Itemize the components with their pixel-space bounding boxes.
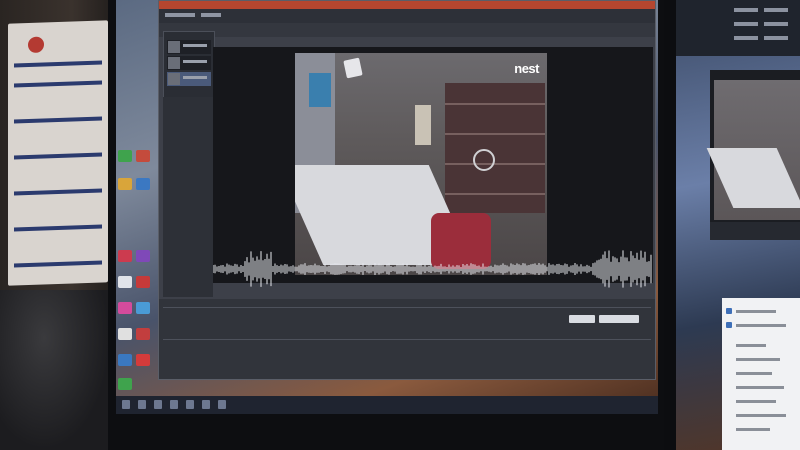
- dialog-line: [736, 310, 776, 313]
- taskbar-icon[interactable]: [170, 400, 178, 409]
- window-title-bar[interactable]: [159, 1, 655, 9]
- dialog-line: [736, 428, 770, 431]
- taskbar-icon[interactable]: [202, 400, 210, 409]
- frame-shelving: [445, 83, 545, 213]
- dialog-line: [736, 324, 786, 327]
- desktop-icon[interactable]: [118, 276, 132, 288]
- desktop-icon[interactable]: [118, 354, 132, 366]
- panel-button[interactable]: [599, 315, 639, 323]
- lower-panel: [159, 299, 655, 379]
- video-editor-window: nest: [158, 0, 656, 380]
- clip-label: [183, 76, 207, 79]
- clip-list-item[interactable]: [167, 40, 211, 54]
- calendar-stripe: [14, 224, 102, 232]
- shelf-row: [445, 103, 545, 105]
- player-controls[interactable]: [710, 222, 800, 240]
- dialog-line: [736, 372, 772, 375]
- toolbar-item[interactable]: [764, 22, 788, 26]
- clip-thumbnail-icon: [168, 73, 180, 85]
- desktop-icon[interactable]: [136, 276, 150, 288]
- calendar-stripe: [14, 152, 102, 160]
- desktop-icon[interactable]: [136, 302, 150, 314]
- taskbar-icon[interactable]: [138, 400, 146, 409]
- media-player-window: [706, 70, 800, 240]
- toolbar-item[interactable]: [764, 36, 788, 40]
- toolbar-item[interactable]: [734, 8, 758, 12]
- dialog-icon: [726, 308, 732, 314]
- desktop-icon[interactable]: [118, 178, 132, 190]
- desktop-icon[interactable]: [136, 250, 150, 262]
- calendar-stripe: [14, 116, 102, 124]
- panel-button[interactable]: [569, 315, 595, 323]
- desktop-icon[interactable]: [118, 150, 132, 162]
- desktop-icon[interactable]: [118, 328, 132, 340]
- properties-dialog: [722, 298, 800, 450]
- taskbar-icon[interactable]: [218, 400, 226, 409]
- dialog-line: [736, 414, 786, 417]
- calendar-stripe: [14, 260, 102, 268]
- frame-doorway: [415, 105, 431, 145]
- clip-thumbnail-icon: [168, 41, 180, 53]
- frame-fan: [473, 149, 495, 171]
- panel-divider: [163, 307, 651, 308]
- shelf-row: [445, 193, 545, 195]
- clip-label: [183, 44, 207, 47]
- clip-thumbnail-icon: [168, 57, 180, 69]
- desktop-icon[interactable]: [136, 354, 150, 366]
- shelf-row: [445, 163, 545, 165]
- audio-waveform[interactable]: [213, 247, 653, 291]
- start-icon[interactable]: [122, 400, 130, 409]
- panel-divider: [163, 339, 651, 340]
- nest-logo: nest: [514, 61, 539, 76]
- toolbar-item[interactable]: [734, 22, 758, 26]
- menu-item[interactable]: [201, 13, 221, 17]
- clip-list-item-selected[interactable]: [167, 72, 211, 86]
- office-chair: [0, 290, 110, 450]
- dialog-line: [736, 344, 766, 347]
- dialog-line: [736, 386, 784, 389]
- calendar-stripe: [14, 60, 102, 68]
- toolbar-item[interactable]: [734, 36, 758, 40]
- taskbar: [116, 396, 658, 414]
- calendar-logo-icon: [28, 36, 44, 54]
- calendar-stripe: [14, 80, 102, 88]
- desktop-icon-column: [118, 150, 158, 400]
- frame-poster: [309, 73, 331, 107]
- menu-bar: [159, 9, 655, 23]
- right-monitor-toolbar: [676, 0, 800, 56]
- clip-list-panel: [163, 31, 215, 99]
- dialog-line: [736, 358, 780, 361]
- clip-label: [183, 60, 207, 63]
- properties-panel: [163, 97, 213, 297]
- frame-ceiling-light: [343, 57, 363, 79]
- desktop-icon[interactable]: [136, 178, 150, 190]
- dialog-line: [736, 400, 776, 403]
- dialog-icon: [726, 322, 732, 328]
- calendar-stripe: [14, 188, 102, 196]
- wall-calendar: [8, 20, 108, 286]
- camera-frame: nest: [295, 53, 547, 275]
- desktop-icon[interactable]: [118, 378, 132, 390]
- menu-item[interactable]: [165, 13, 195, 17]
- taskbar-icon[interactable]: [154, 400, 162, 409]
- taskbar-icon[interactable]: [186, 400, 194, 409]
- toolbar: [159, 23, 655, 37]
- desktop-icon[interactable]: [118, 302, 132, 314]
- toolbar-item[interactable]: [764, 8, 788, 12]
- clip-list-item[interactable]: [167, 56, 211, 70]
- desktop-icon[interactable]: [136, 150, 150, 162]
- shelf-row: [445, 133, 545, 135]
- desktop-icon[interactable]: [118, 250, 132, 262]
- desktop-icon[interactable]: [136, 328, 150, 340]
